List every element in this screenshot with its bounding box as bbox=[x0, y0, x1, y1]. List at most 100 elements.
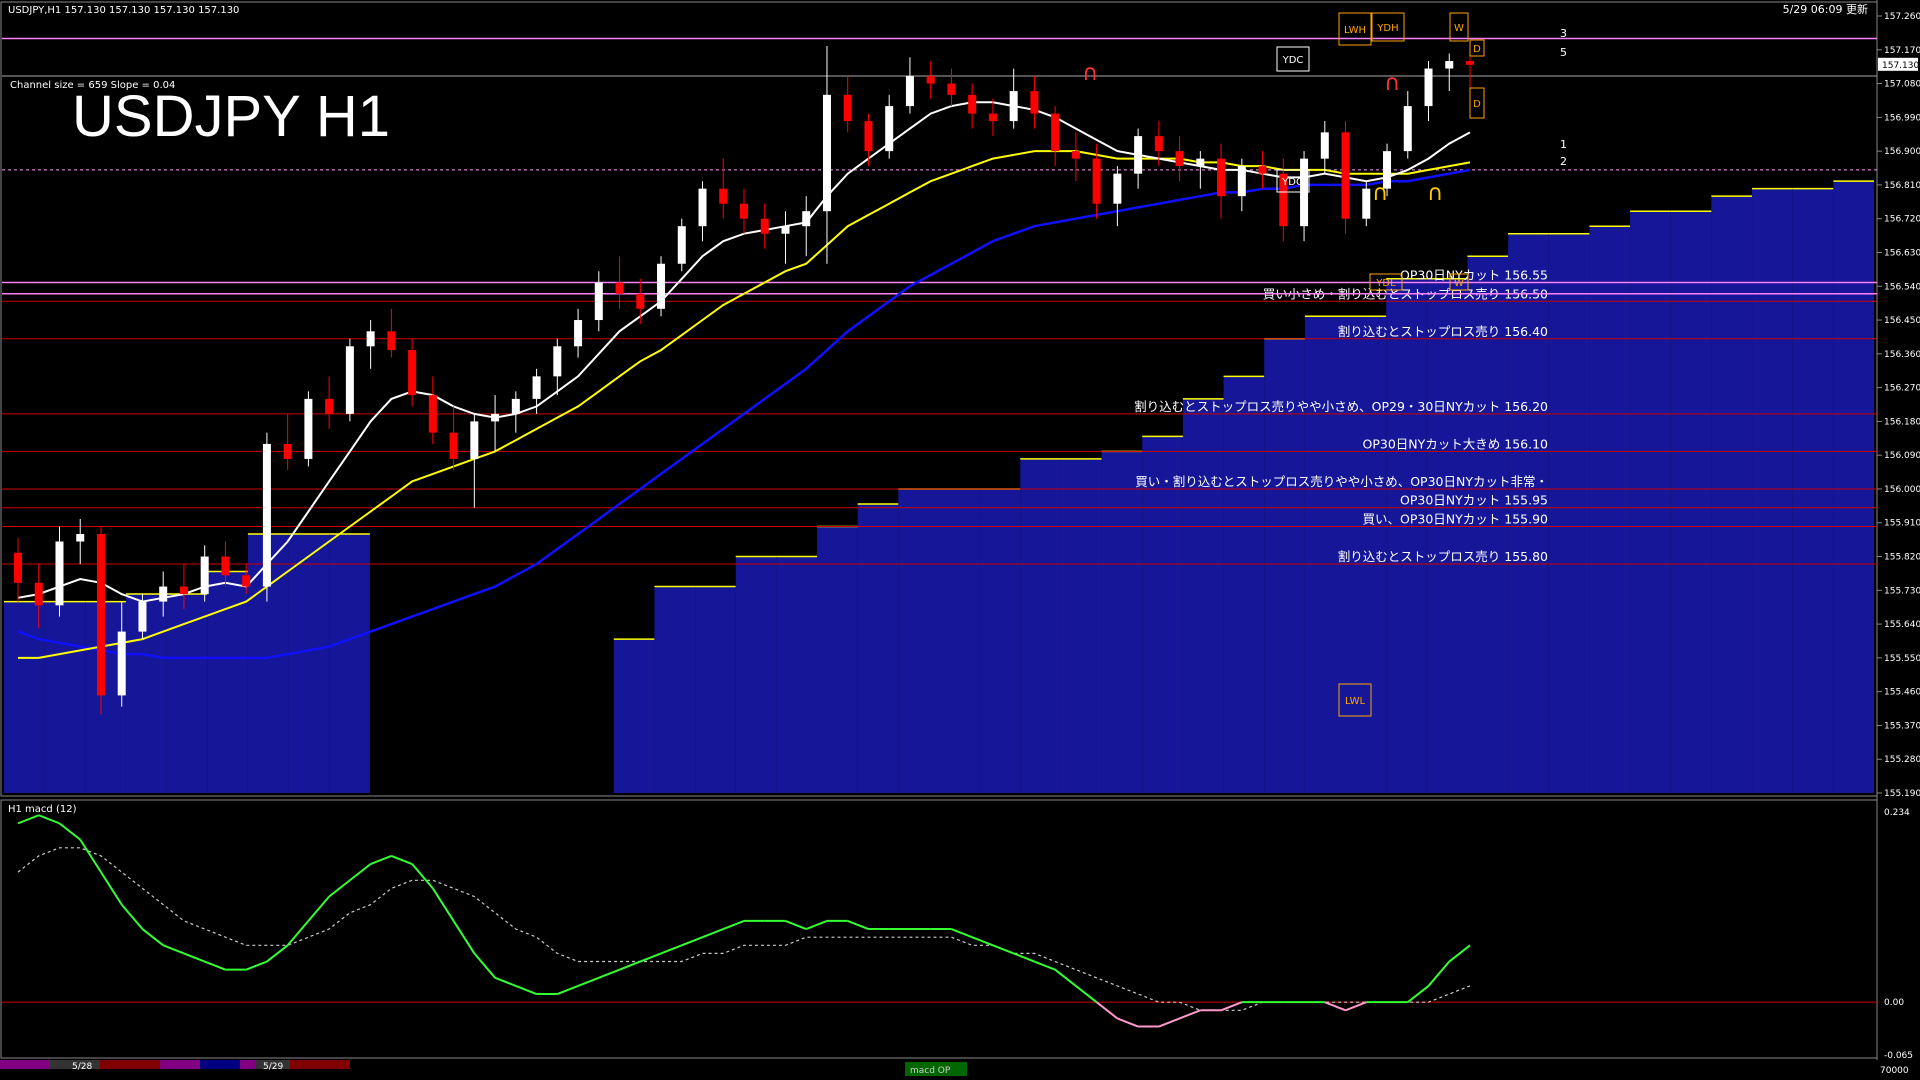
cloud-segment bbox=[1792, 188, 1834, 793]
candle-body bbox=[304, 398, 313, 459]
price-tick-label: 156.000 bbox=[1884, 485, 1920, 495]
candle-body bbox=[179, 586, 188, 595]
candle-body bbox=[159, 586, 168, 602]
channel-number-label: 1 bbox=[1560, 138, 1567, 151]
cloud-segment bbox=[695, 586, 736, 793]
price-tick-label: 156.270 bbox=[1884, 384, 1920, 394]
candle-body bbox=[926, 76, 935, 84]
candle-body bbox=[1092, 158, 1101, 204]
cloud-segment bbox=[613, 639, 655, 793]
candle-body bbox=[615, 282, 624, 294]
cloud-segment bbox=[817, 526, 858, 793]
price-tick-label: 156.990 bbox=[1884, 113, 1920, 123]
channel-number-label: 2 bbox=[1560, 155, 1567, 168]
level-label: OP30日NYカット 156.55 bbox=[1400, 268, 1548, 283]
candle-body bbox=[387, 331, 396, 351]
channel-number-label: 5 bbox=[1560, 46, 1567, 59]
cloud-segment bbox=[1101, 451, 1143, 793]
candle-body bbox=[470, 421, 479, 459]
macd-title: H1 macd (12) bbox=[8, 804, 77, 815]
cloud-segment bbox=[1630, 211, 1671, 793]
ydc-marker-label: YDC bbox=[1282, 55, 1304, 66]
ydh-marker-label: YDH bbox=[1376, 23, 1398, 34]
price-tick-label: 156.810 bbox=[1884, 181, 1920, 191]
cloud-segment bbox=[857, 503, 899, 793]
candle-body bbox=[677, 226, 686, 264]
level-label: 割り込むとストップロス売り 156.40 bbox=[1338, 324, 1548, 339]
time-label: 5/28 bbox=[72, 1062, 92, 1072]
w-marker-top-label: W bbox=[1454, 23, 1464, 34]
level-label: OP30日NYカット 155.95 bbox=[1400, 493, 1548, 508]
candle-body bbox=[262, 443, 271, 587]
lwl-marker-label: LWL bbox=[1345, 696, 1366, 707]
candle-body bbox=[1154, 136, 1163, 152]
candle-body bbox=[740, 203, 748, 219]
ydo-marker-label: YDO bbox=[1281, 177, 1304, 188]
d-marker-top-label: D bbox=[1473, 44, 1481, 55]
ydl-marker-label: YDL bbox=[1375, 278, 1396, 289]
candle-body bbox=[719, 188, 728, 204]
candle-body bbox=[1030, 91, 1039, 114]
channel-number-label: 3 bbox=[1560, 27, 1567, 40]
candle-body bbox=[117, 631, 126, 696]
candle-body bbox=[366, 331, 375, 347]
cloud-segment bbox=[1060, 458, 1102, 793]
candle-body bbox=[55, 541, 64, 606]
chart-title: USDJPY H1 bbox=[72, 84, 390, 149]
candle-body bbox=[594, 282, 603, 321]
candle-body bbox=[988, 113, 997, 122]
price-tick-label: 155.190 bbox=[1884, 789, 1920, 799]
candle-body bbox=[553, 346, 562, 377]
candle-body bbox=[511, 398, 520, 414]
candle-body bbox=[1051, 113, 1060, 152]
cloud-segment bbox=[1670, 211, 1712, 793]
candle-body bbox=[698, 188, 707, 227]
cloud-segment bbox=[85, 601, 126, 793]
candle-body bbox=[657, 263, 666, 309]
price-tick-label: 155.460 bbox=[1884, 688, 1920, 698]
candle-body bbox=[1445, 61, 1454, 69]
cloud-segment bbox=[4, 601, 45, 793]
level-label: 割り込むとストップロス売りやや小さめ、OP29・30日NYカット 156.20 bbox=[1134, 399, 1548, 414]
price-tick-label: 156.900 bbox=[1884, 147, 1920, 157]
cloud-segment bbox=[776, 556, 818, 793]
time-bar-segment bbox=[160, 1060, 200, 1069]
candle-body bbox=[968, 94, 977, 114]
main-chart: OP30日NYカット 156.55買い小さめ・割り込むとストップロス売り 156… bbox=[0, 0, 1920, 1080]
cloud-segment bbox=[207, 571, 248, 793]
candle-body bbox=[822, 94, 831, 212]
price-tick-label: 155.550 bbox=[1884, 654, 1920, 664]
candle-body bbox=[221, 556, 230, 576]
time-bar-segment bbox=[290, 1060, 350, 1069]
macd-tick-label: -0.065 bbox=[1884, 1051, 1913, 1061]
d-marker-mid-label: D bbox=[1473, 99, 1481, 110]
level-label: 買い・割り込むとストップロス売りやや小さめ、OP30日NYカット非常・ bbox=[1135, 474, 1548, 489]
candle-body bbox=[864, 121, 873, 152]
level-label: OP30日NYカット大きめ 156.10 bbox=[1363, 436, 1549, 451]
candle-body bbox=[1403, 106, 1412, 152]
time-bar-segment bbox=[240, 1060, 255, 1069]
candle-body bbox=[1362, 188, 1371, 219]
candle-body bbox=[1113, 173, 1122, 204]
time-bar-segment bbox=[0, 1060, 50, 1069]
cloud-segment bbox=[1223, 376, 1265, 793]
candle-body bbox=[574, 320, 583, 347]
candle-body bbox=[34, 582, 43, 606]
candle-body bbox=[1466, 61, 1474, 65]
cloud-segment bbox=[979, 488, 1021, 793]
candle-body bbox=[345, 346, 354, 414]
candle-body bbox=[1258, 166, 1267, 174]
cloud-segment bbox=[939, 488, 980, 793]
cloud-segment bbox=[1752, 188, 1793, 793]
candle-body bbox=[1134, 136, 1143, 174]
price-tick-label: 155.280 bbox=[1884, 755, 1920, 765]
lwh-marker-label: LWH bbox=[1344, 25, 1366, 36]
candle-body bbox=[532, 376, 541, 399]
indicator-tab-label: macd OP bbox=[910, 1066, 951, 1076]
candle-body bbox=[1237, 166, 1246, 197]
candle-body bbox=[802, 211, 811, 227]
candle-body bbox=[428, 395, 437, 433]
candle-body bbox=[96, 534, 105, 696]
cloud-segment bbox=[735, 556, 777, 793]
volume-label: 70000 bbox=[1880, 1066, 1909, 1076]
